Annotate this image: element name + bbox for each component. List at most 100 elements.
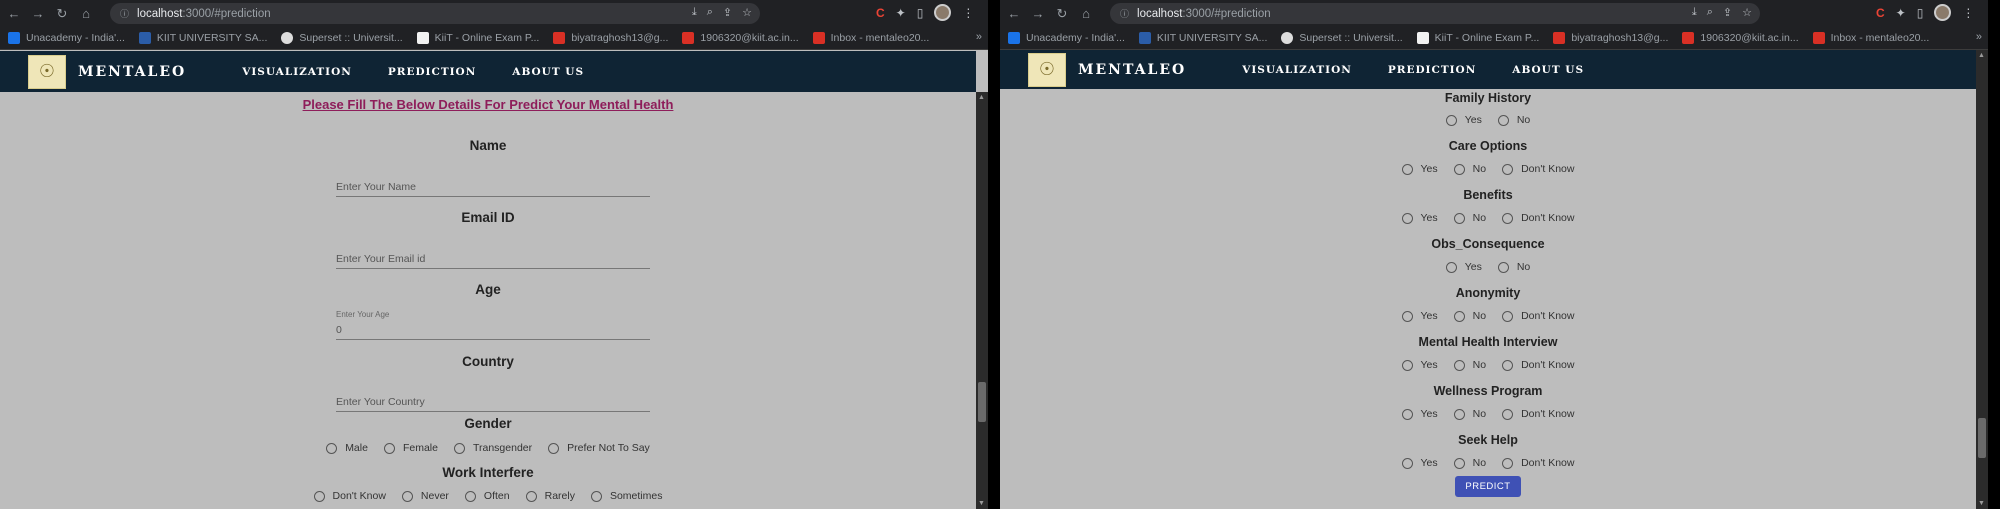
- radio-icon[interactable]: [1497, 114, 1509, 126]
- profile-avatar[interactable]: [934, 4, 952, 21]
- forward-icon[interactable]: →: [28, 6, 48, 21]
- bookmark-item[interactable]: KIIT UNIVERSITY SA...: [138, 32, 267, 44]
- nav-visualization[interactable]: VISUALIZATION: [1242, 64, 1352, 76]
- brand-name[interactable]: MENTALEO: [1078, 62, 1186, 78]
- home-icon[interactable]: ⌂: [1076, 6, 1096, 21]
- bookmark-item[interactable]: KiiT - Online Exam P...: [416, 32, 539, 44]
- radio-option[interactable]: Yes: [1401, 408, 1438, 420]
- profile-avatar[interactable]: [1934, 4, 1952, 21]
- radio-icon[interactable]: [1502, 359, 1514, 371]
- gender-option[interactable]: Transgender: [453, 442, 532, 454]
- bookmark-item[interactable]: Unacademy - India'...: [1008, 32, 1125, 44]
- radio-icon[interactable]: [525, 490, 537, 502]
- back-icon[interactable]: ←: [1004, 6, 1024, 21]
- radio-icon[interactable]: [1453, 408, 1465, 420]
- scroll-up-icon[interactable]: ▲: [1978, 52, 1985, 59]
- radio-icon[interactable]: [1497, 261, 1509, 273]
- extension-c-icon[interactable]: C: [876, 6, 885, 20]
- radio-icon[interactable]: [1401, 310, 1413, 322]
- radio-icon[interactable]: [1453, 163, 1465, 175]
- radio-option[interactable]: No: [1497, 261, 1530, 273]
- address-bar[interactable]: ⓘ localhost:3000/#prediction ⤓ ⌕ ⇪ ☆: [1110, 3, 1760, 24]
- radio-icon[interactable]: [1401, 359, 1413, 371]
- zoom-icon[interactable]: ⌕: [707, 6, 713, 19]
- radio-option[interactable]: Don't Know: [1502, 163, 1574, 175]
- scroll-down-icon[interactable]: ▼: [1978, 500, 1985, 507]
- radio-option[interactable]: Don't Know: [1502, 212, 1574, 224]
- email-input[interactable]: Enter Your Email id: [336, 253, 650, 269]
- radio-icon[interactable]: [1453, 212, 1465, 224]
- gender-option[interactable]: Male: [326, 442, 368, 454]
- reload-icon[interactable]: ↻: [52, 6, 72, 22]
- more-bookmarks-icon[interactable]: »: [976, 31, 982, 43]
- work-option[interactable]: Sometimes: [590, 490, 662, 502]
- work-option[interactable]: Don't Know: [313, 490, 386, 502]
- radio-option[interactable]: Yes: [1401, 359, 1438, 371]
- bookmark-item[interactable]: KIIT UNIVERSITY SA...: [1138, 32, 1267, 44]
- radio-icon[interactable]: [313, 490, 325, 502]
- radio-option[interactable]: No: [1453, 212, 1486, 224]
- zoom-icon[interactable]: ⌕: [1707, 6, 1713, 19]
- radio-option[interactable]: Don't Know: [1502, 310, 1574, 322]
- scrollbar-thumb[interactable]: [978, 382, 986, 422]
- extension-c-icon[interactable]: C: [1876, 6, 1885, 20]
- mentaleo-logo-icon[interactable]: ☉: [28, 54, 66, 89]
- install-icon[interactable]: ⤓: [692, 6, 697, 19]
- info-icon[interactable]: ⓘ: [1120, 7, 1129, 20]
- radio-option[interactable]: No: [1497, 114, 1530, 126]
- bookmark-item[interactable]: Unacademy - India'...: [8, 32, 125, 44]
- bookmark-item[interactable]: 1906320@kiit.ac.in...: [1682, 32, 1799, 44]
- bookmark-star-icon[interactable]: ☆: [1742, 6, 1752, 19]
- share-icon[interactable]: ⇪: [1723, 6, 1732, 19]
- page-scrollbar[interactable]: ▲ ▼: [1976, 50, 1988, 509]
- gender-option[interactable]: Prefer Not To Say: [548, 442, 650, 454]
- radio-icon[interactable]: [1453, 457, 1465, 469]
- radio-icon[interactable]: [383, 442, 395, 454]
- radio-icon[interactable]: [1502, 212, 1514, 224]
- radio-icon[interactable]: [1453, 310, 1465, 322]
- radio-icon[interactable]: [1401, 457, 1413, 469]
- bookmark-item[interactable]: Superset :: Universit...: [281, 32, 403, 44]
- radio-option[interactable]: Don't Know: [1502, 359, 1574, 371]
- reload-icon[interactable]: ↻: [1052, 6, 1072, 22]
- gender-option[interactable]: Female: [383, 442, 438, 454]
- extensions-puzzle-icon[interactable]: ✦: [1896, 6, 1906, 20]
- radio-option[interactable]: No: [1453, 359, 1486, 371]
- work-option[interactable]: Rarely: [525, 490, 575, 502]
- radio-option[interactable]: No: [1453, 408, 1486, 420]
- radio-icon[interactable]: [1401, 163, 1413, 175]
- radio-option[interactable]: Yes: [1445, 114, 1482, 126]
- radio-icon[interactable]: [1453, 359, 1465, 371]
- form-heading[interactable]: Please Fill The Below Details For Predic…: [0, 97, 976, 112]
- bookmark-item[interactable]: Inbox - mentaleo20...: [812, 32, 929, 44]
- nav-visualization[interactable]: VISUALIZATION: [242, 66, 352, 78]
- install-icon[interactable]: ⤓: [1692, 6, 1697, 19]
- radio-option[interactable]: No: [1453, 163, 1486, 175]
- predict-button[interactable]: PREDICT: [1455, 476, 1521, 497]
- radio-icon[interactable]: [1401, 212, 1413, 224]
- bookmark-item[interactable]: biyatraghosh13@g...: [553, 32, 668, 44]
- scroll-up-icon[interactable]: ▲: [978, 94, 985, 101]
- radio-icon[interactable]: [1502, 408, 1514, 420]
- menu-kebab-icon[interactable]: ⋮: [1962, 6, 1974, 20]
- bookmark-item[interactable]: Superset :: Universit...: [1281, 32, 1403, 44]
- radio-icon[interactable]: [548, 442, 560, 454]
- more-bookmarks-icon[interactable]: »: [1976, 31, 1982, 43]
- radio-option[interactable]: Yes: [1401, 212, 1438, 224]
- radio-option[interactable]: Yes: [1401, 163, 1438, 175]
- radio-icon[interactable]: [1502, 163, 1514, 175]
- radio-icon[interactable]: [1502, 457, 1514, 469]
- radio-icon[interactable]: [1445, 114, 1457, 126]
- age-input[interactable]: 0: [336, 324, 650, 340]
- work-option[interactable]: Never: [401, 490, 449, 502]
- radio-icon[interactable]: [464, 490, 476, 502]
- radio-icon[interactable]: [401, 490, 413, 502]
- bookmark-star-icon[interactable]: ☆: [742, 6, 752, 19]
- nav-about-us[interactable]: ABOUT US: [512, 66, 584, 78]
- brand-name[interactable]: MENTALEO: [78, 64, 186, 80]
- name-input[interactable]: Enter Your Name: [336, 181, 650, 197]
- scrollbar-thumb[interactable]: [1978, 418, 1986, 458]
- radio-option[interactable]: Don't Know: [1502, 408, 1574, 420]
- mentaleo-logo-icon[interactable]: ☉: [1028, 52, 1066, 87]
- home-icon[interactable]: ⌂: [76, 6, 96, 21]
